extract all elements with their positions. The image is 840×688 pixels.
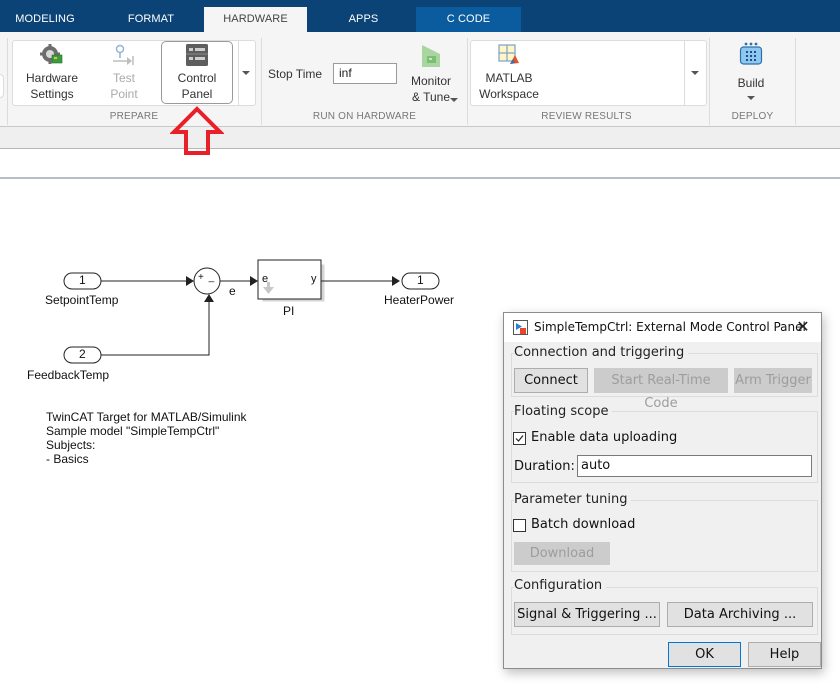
stop-time-input[interactable]: inf — [333, 63, 397, 84]
control-panel-icon — [186, 44, 208, 66]
ok-button[interactable]: OK — [668, 642, 741, 667]
matlab-workspace-label-1: MATLAB — [485, 71, 533, 85]
test-point-label-1: Test — [112, 71, 135, 85]
pi-block-name[interactable]: PI — [283, 304, 294, 318]
matlab-workspace-label-2: Workspace — [479, 87, 539, 101]
parameter-tuning-legend: Parameter tuning — [514, 492, 632, 507]
model-annotation[interactable]: TwinCAT Target for MATLAB/Simulink Sampl… — [46, 410, 247, 466]
floating-scope-legend: Floating scope — [514, 404, 613, 419]
divider — [238, 41, 239, 106]
workspace-icon — [498, 44, 519, 64]
quick-toolbar — [0, 127, 840, 149]
inport-1-name[interactable]: SetpointTemp — [45, 293, 118, 307]
annotation-line: Subjects: — [46, 438, 96, 452]
enable-data-uploading-label[interactable]: Enable data uploading — [531, 430, 677, 445]
test-point-icon — [113, 44, 134, 65]
enable-data-uploading-checkbox[interactable] — [513, 432, 526, 445]
checkmark-icon — [515, 435, 524, 442]
pi-output-port-label: y — [311, 273, 317, 285]
review-gallery-dropdown[interactable] — [691, 71, 699, 75]
inport-1-number: 1 — [79, 273, 86, 287]
control-panel-label-1: Control — [177, 71, 217, 85]
build-button[interactable]: Build — [720, 42, 782, 90]
build-label: Build — [737, 76, 765, 90]
divider — [684, 41, 685, 106]
matlab-workspace-button[interactable]: MATLAB Workspace — [474, 44, 544, 102]
pi-input-port-label: e — [262, 273, 269, 285]
dialog-title: SimpleTempCtrl: External Mode Control Pa… — [534, 320, 806, 334]
annotation-line: - Basics — [46, 452, 89, 466]
app-window: MODELING FORMAT HARDWARE APPS C CODE Har… — [0, 0, 840, 688]
connect-button[interactable]: Connect — [514, 368, 588, 393]
help-button[interactable]: Help — [748, 642, 821, 667]
sum-block-signs[interactable]: + _ — [198, 272, 215, 283]
monitor-tune-label-2: & Tune — [411, 90, 451, 104]
prepare-gallery-dropdown[interactable] — [242, 71, 250, 75]
tab-apps[interactable]: APPS — [316, 7, 411, 32]
inport-2-name[interactable]: FeedbackTemp — [27, 368, 109, 382]
download-button[interactable]: Download — [514, 542, 610, 565]
group-separator — [7, 38, 8, 125]
tab-modeling[interactable]: MODELING — [0, 7, 90, 32]
deploy-group-label: DEPLOY — [731, 111, 774, 122]
build-icon — [739, 42, 763, 65]
group-separator — [795, 38, 796, 125]
simulink-app-icon — [513, 320, 528, 335]
start-real-time-code-button[interactable]: Start Real-Time Code — [594, 368, 728, 411]
batch-download-checkbox[interactable] — [513, 519, 526, 532]
connection-triggering-legend: Connection and triggering — [514, 345, 689, 360]
gear-chip-icon — [40, 44, 63, 64]
monitor-tune-icon — [422, 45, 440, 67]
control-panel-label-2: Panel — [181, 87, 213, 101]
data-archiving-button[interactable]: Data Archiving ... — [667, 602, 813, 627]
highlight-arrow-icon — [170, 106, 224, 155]
test-point-button[interactable]: Test Point — [96, 44, 152, 102]
ribbon: Hardware Settings Test Point Control Pan… — [0, 32, 840, 127]
outport-1-name[interactable]: HeaterPower — [384, 293, 454, 307]
signal-e-label[interactable]: e — [229, 284, 236, 298]
control-panel-button-content[interactable]: Control Panel — [161, 44, 233, 102]
close-icon[interactable]: ✕ — [793, 317, 813, 337]
monitor-tune-button[interactable]: Monitor & Tune — [400, 44, 462, 104]
run-on-hardware-group-label: RUN ON HARDWARE — [312, 111, 417, 122]
annotation-line: TwinCAT Target for MATLAB/Simulink — [46, 410, 247, 424]
annotation-line: Sample model "SimpleTempCtrl" — [46, 424, 220, 438]
configuration-legend: Configuration — [514, 578, 607, 593]
hardware-settings-label-1: Hardware — [25, 71, 79, 85]
tab-c-code[interactable]: C CODE — [416, 7, 521, 32]
clipped-control — [0, 74, 4, 98]
hardware-settings-label-2: Settings — [30, 87, 74, 101]
dialog-title-bar[interactable]: SimpleTempCtrl: External Mode Control Pa… — [504, 313, 821, 342]
build-dropdown-icon[interactable] — [747, 96, 755, 100]
external-mode-control-panel-dialog: SimpleTempCtrl: External Mode Control Pa… — [503, 312, 822, 669]
monitor-tune-label-1: Monitor — [410, 74, 451, 88]
outport-1-number: 1 — [417, 273, 424, 287]
monitor-tune-dropdown-icon[interactable] — [450, 98, 458, 102]
duration-label: Duration: — [514, 459, 575, 474]
model-breadcrumb-bar — [0, 150, 840, 179]
review-results-group-label: REVIEW RESULTS — [541, 111, 632, 122]
duration-input[interactable]: auto — [577, 455, 812, 477]
tab-hardware[interactable]: HARDWARE — [204, 7, 307, 32]
hardware-settings-button[interactable]: Hardware Settings — [18, 44, 86, 102]
stop-time-label: Stop Time — [268, 67, 323, 81]
arm-trigger-button[interactable]: Arm Trigger — [734, 368, 812, 393]
test-point-label-2: Point — [110, 87, 138, 101]
ribbon-tab-strip: MODELING FORMAT HARDWARE APPS C CODE — [0, 0, 840, 32]
tab-format[interactable]: FORMAT — [106, 7, 196, 32]
signal-triggering-button[interactable]: Signal & Triggering ... — [514, 602, 660, 627]
batch-download-label[interactable]: Batch download — [531, 517, 635, 532]
inport-2-number: 2 — [79, 347, 86, 361]
